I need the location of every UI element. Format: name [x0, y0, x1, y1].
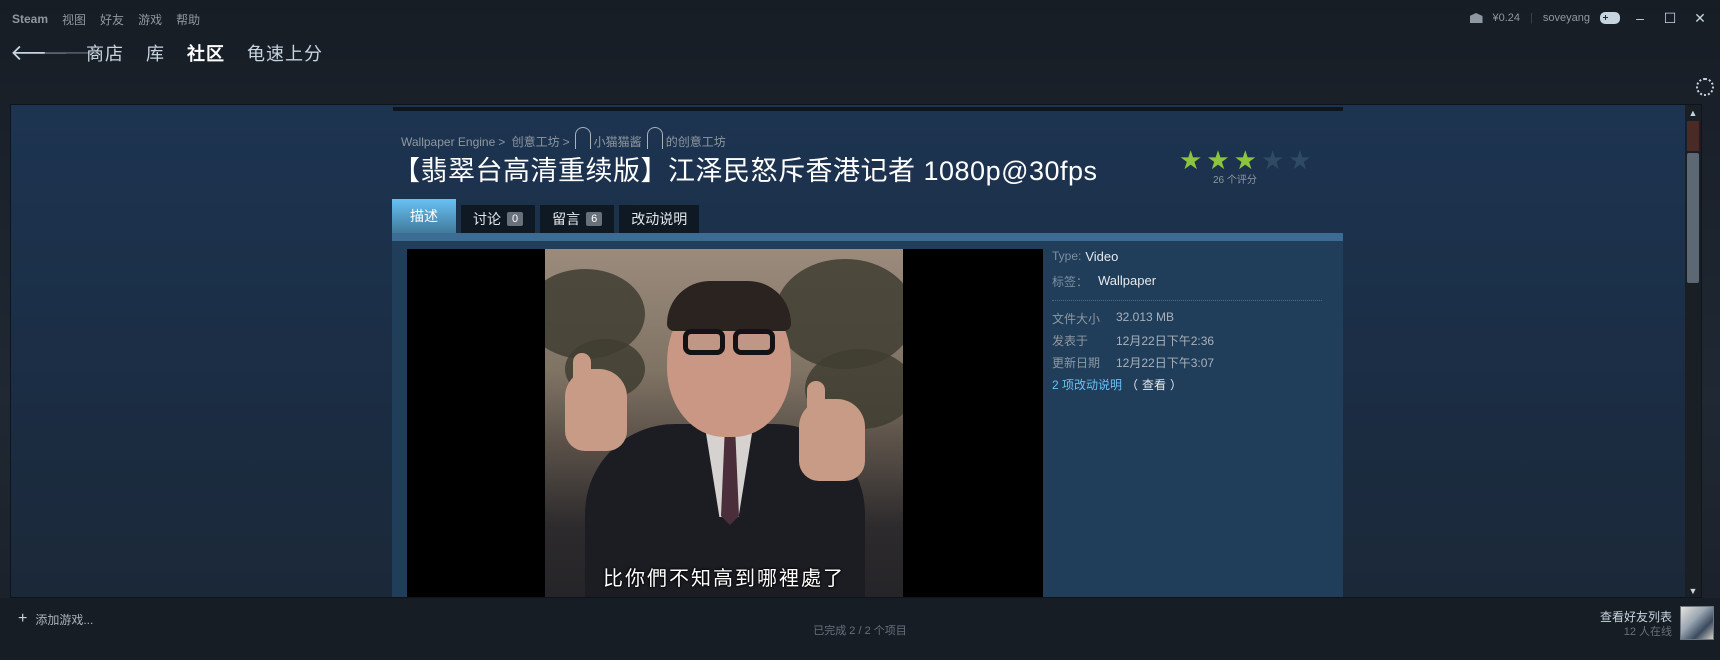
nav-store[interactable]: 商店 [86, 40, 124, 66]
preview-video[interactable]: 比你們不知高到哪裡處了 [407, 249, 1043, 597]
divider [1052, 300, 1322, 301]
tab-bar: 描述 讨论 0 留言 6 改动说明 [392, 199, 700, 233]
scrollbar[interactable]: ▲ ▼ [1685, 105, 1701, 597]
star-icon: ★ [1179, 145, 1203, 175]
big-picture-icon[interactable] [1600, 12, 1620, 24]
tag-label: 标签： [1052, 275, 1089, 289]
posted-value: 12月22日下午2:36 [1116, 334, 1215, 348]
count-badge: 6 [586, 212, 603, 226]
size-label: 文件大小 [1052, 312, 1101, 326]
separator: | [1530, 12, 1533, 24]
breadcrumb-author[interactable]: 小猫猫酱 [594, 135, 642, 149]
download-progress[interactable]: 已完成 2 / 2 个项目 [0, 622, 1720, 638]
nav-username[interactable]: 龟速上分 [247, 40, 323, 66]
item-details: Type: Video 标签： Wallpaper 文件大小 32.013 MB… [1052, 249, 1322, 398]
friends-online-count: 12 人在线 [1623, 626, 1672, 638]
video-subtitle: 比你們不知高到哪裡處了 [603, 568, 845, 590]
wallet-balance[interactable]: ¥0.24 [1493, 12, 1521, 24]
tab-description[interactable]: 描述 [392, 199, 456, 233]
star-icon: ★ [1260, 145, 1285, 175]
page-title: 【翡翠台高清重续版】江泽民怒斥香港记者 1080p@30fps [393, 156, 1098, 186]
change-notes-link[interactable]: 2 项改动说明 [1052, 376, 1122, 393]
menu-help[interactable]: 帮助 [176, 11, 200, 28]
description-panel: 比你們不知高到哪裡處了 Type: Video 标签： Wallpaper 文件… [392, 241, 1343, 597]
view-close-paren: ） [1170, 378, 1183, 392]
tab-change-notes[interactable]: 改动说明 [619, 205, 700, 233]
decoration-arch-icon [574, 127, 591, 149]
updated-label: 更新日期 [1052, 356, 1101, 370]
loading-spinner-icon [1696, 78, 1714, 96]
scroll-up-icon[interactable]: ▲ [1687, 107, 1699, 119]
breadcrumb-workshop[interactable]: 创意工坊 [512, 135, 560, 149]
breadcrumb-suffix[interactable]: 的创意工坊 [666, 135, 726, 149]
tab-comments[interactable]: 留言 6 [540, 205, 615, 233]
size-value: 32.013 MB [1116, 310, 1175, 324]
avatar[interactable] [1680, 606, 1714, 640]
workshop-item-page: Wallpaper Engine > 创意工坊 > 小猫猫酱 的创意工坊 【翡翠台高清重… [381, 105, 1343, 597]
nav-library[interactable]: 库 [146, 40, 165, 66]
decoration-arch-icon [646, 127, 663, 149]
menu-view[interactable]: 视图 [62, 11, 86, 28]
type-value[interactable]: Video [1085, 249, 1118, 264]
view-change-notes-link[interactable]: 查看 [1142, 376, 1166, 393]
back-arrow-icon[interactable]: 🡐 [10, 42, 69, 64]
status-bar: + 添加游戏... 已完成 2 / 2 个项目 查看好友列表 12 人在线 [0, 598, 1720, 660]
web-content: Wallpaper Engine > 创意工坊 > 小猫猫酱 的创意工坊 【翡翠台高清重… [10, 104, 1702, 598]
video-frame: 比你們不知高到哪裡處了 [545, 249, 903, 597]
notification-icon[interactable] [1469, 13, 1483, 23]
steam-window: Steam 视图 好友 游戏 帮助 ¥0.24 | soveyang – ☐ ✕… [0, 0, 1720, 660]
star-icon: ★ [1288, 145, 1312, 175]
close-button[interactable]: ✕ [1690, 10, 1710, 27]
star-icon: ★ [1206, 145, 1230, 175]
menu-steam[interactable]: Steam [12, 12, 48, 26]
tab-discussions[interactable]: 讨论 0 [461, 205, 536, 233]
minimize-button[interactable]: – [1630, 10, 1650, 26]
scroll-down-icon[interactable]: ▼ [1687, 585, 1699, 597]
friends-list-button[interactable]: 查看好友列表 12 人在线 [1600, 608, 1672, 639]
count-badge: 0 [507, 212, 524, 226]
menu-friends[interactable]: 好友 [100, 11, 124, 28]
posted-label: 发表于 [1052, 334, 1089, 348]
rating-stars: ★ ★ ★ ★ ★ [1179, 147, 1312, 173]
tag-value[interactable]: Wallpaper [1098, 273, 1156, 290]
window-controls: ¥0.24 | soveyang – ☐ ✕ [1469, 0, 1710, 36]
menu-bar: Steam 视图 好友 游戏 帮助 ¥0.24 | soveyang – ☐ ✕ [0, 0, 1720, 38]
menu-games[interactable]: 游戏 [138, 11, 162, 28]
scroll-thumb[interactable] [1687, 153, 1699, 283]
updated-value: 12月22日下午3:07 [1116, 356, 1215, 370]
rating-count: 26 个评分 [1213, 175, 1257, 186]
maximize-button[interactable]: ☐ [1660, 10, 1680, 27]
breadcrumb: Wallpaper Engine > 创意工坊 > 小猫猫酱 的创意工坊 [401, 127, 729, 150]
nav-bar: 🡐 🡒 商店 库 社区 龟速上分 [0, 38, 1720, 68]
type-label: Type: [1052, 249, 1082, 263]
username[interactable]: soveyang [1543, 12, 1590, 24]
forward-arrow-icon[interactable]: 🡒 [42, 42, 101, 64]
nav-community[interactable]: 社区 [187, 40, 225, 66]
breadcrumb-app[interactable]: Wallpaper Engine [401, 135, 495, 149]
star-icon: ★ [1233, 145, 1257, 175]
view-open-paren: （ [1126, 378, 1139, 392]
